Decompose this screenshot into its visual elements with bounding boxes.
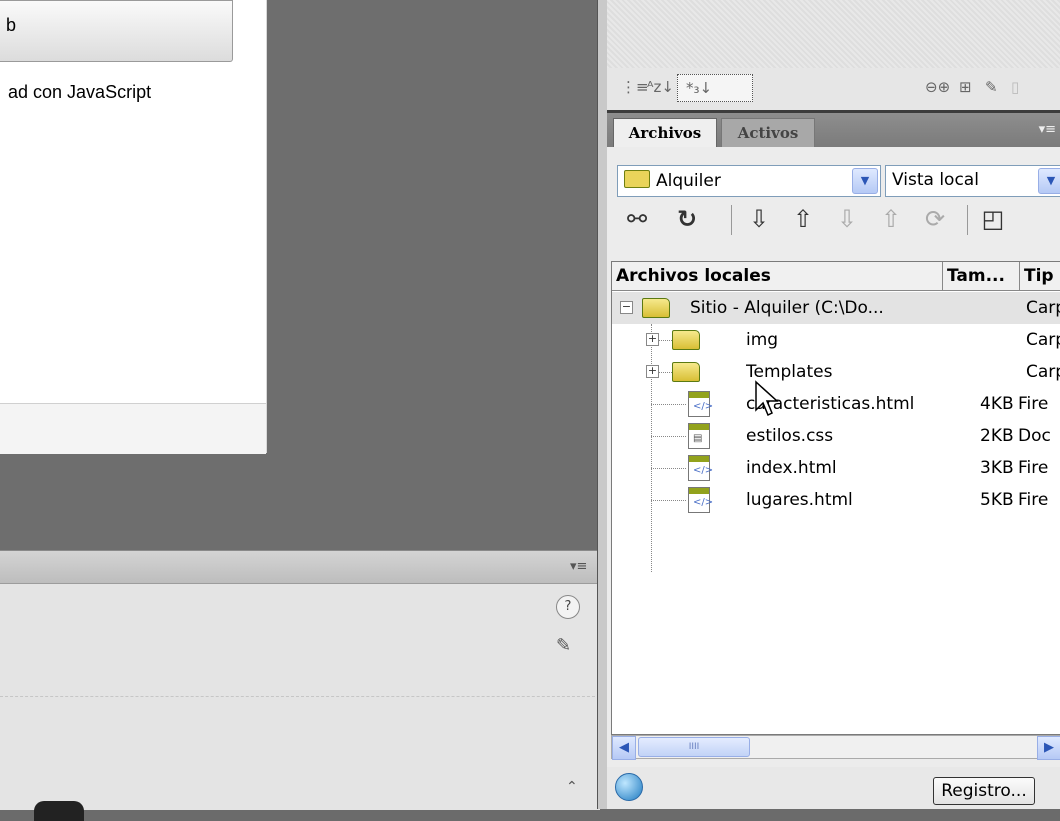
horizontal-scrollbar[interactable]: ◀ IIII ▶: [611, 735, 1060, 760]
column-header-size[interactable]: Tam...: [943, 262, 1020, 290]
edit-tag-icon[interactable]: ✎: [556, 635, 580, 657]
collapse-icon[interactable]: −: [620, 301, 633, 314]
expand-icon[interactable]: +: [646, 365, 659, 378]
synchronize-icon[interactable]: ⟳: [919, 203, 951, 235]
file-tree[interactable]: Archivos locales Tam... Tip − Sitio - Al…: [611, 261, 1060, 735]
expand-panel-icon[interactable]: ◰: [977, 203, 1009, 235]
delete-icon[interactable]: ▯: [1011, 78, 1019, 96]
right-dock: ⋮≡ ᴬz↓ *₃↓ ⊖⊕ ⊞ ✎ ▯ Archivos Activos ▾≡ …: [607, 0, 1060, 809]
folder-icon: [672, 330, 700, 350]
html-file-icon: </>: [688, 455, 713, 481]
file-size: 2KB: [980, 426, 1014, 446]
site-select[interactable]: Alquiler ▼: [617, 165, 881, 197]
view-select[interactable]: Vista local ▼: [885, 165, 1060, 197]
file-type: Carp: [1026, 330, 1060, 350]
html-file-icon: </>: [688, 391, 713, 417]
tree-row-file[interactable]: </> caracteristicas.html 4KB Fire: [612, 388, 1060, 420]
file-size: 5KB: [980, 490, 1014, 510]
scroll-left-icon[interactable]: ◀: [612, 736, 636, 760]
design-page[interactable]: b ad con JavaScript: [0, 0, 267, 454]
file-type: Doc: [1018, 426, 1051, 446]
files-panel-tabs: Archivos Activos ▾≡: [607, 113, 1060, 148]
html-file-icon: </>: [688, 487, 713, 513]
css-file-icon: ▤: [688, 423, 710, 449]
file-type: Fire: [1018, 394, 1049, 414]
file-type: Fire: [1018, 458, 1049, 478]
tab-archivos[interactable]: Archivos: [613, 118, 717, 148]
chevron-down-icon[interactable]: ▼: [852, 168, 878, 194]
connect-icon[interactable]: ⚯: [621, 203, 653, 235]
expand-up-icon[interactable]: ⌃: [566, 779, 578, 795]
folder-icon: [624, 170, 650, 188]
tree-row-file[interactable]: </> lugares.html 5KB Fire: [612, 484, 1060, 516]
tree-row-site[interactable]: − Sitio - Alquiler (C:\Do... Carp: [612, 292, 1060, 324]
properties-panel: ▾≡ ? ✎ ⌃: [0, 550, 600, 821]
selected-attributes-icon[interactable]: *₃↓: [677, 74, 753, 102]
checkin-icon[interactable]: ⇧: [875, 203, 907, 235]
file-type: Fire: [1018, 490, 1049, 510]
site-select-value: Alquiler: [656, 171, 721, 191]
file-size: 4KB: [980, 394, 1014, 414]
column-header-type[interactable]: Tip: [1020, 262, 1060, 290]
sort-az-icon[interactable]: ᴬz↓: [647, 78, 674, 96]
link-icon[interactable]: ⊖⊕: [925, 78, 950, 96]
new-attribute-icon[interactable]: ⊞: [959, 78, 972, 96]
mouse-cursor-icon: [755, 380, 779, 417]
refresh-icon[interactable]: ↻: [671, 203, 703, 235]
tree-row-file[interactable]: </> index.html 3KB Fire: [612, 452, 1060, 484]
view-select-value: Vista local: [892, 170, 979, 190]
registro-button[interactable]: Registro...: [933, 777, 1035, 805]
expand-icon[interactable]: +: [646, 333, 659, 346]
tab-activos[interactable]: Activos: [721, 118, 815, 148]
help-icon[interactable]: ?: [556, 595, 580, 619]
panel-divider: [0, 696, 600, 697]
put-up-icon[interactable]: ⇧: [787, 203, 819, 235]
file-name: index.html: [746, 458, 837, 478]
properties-panel-header: ▾≡: [0, 551, 600, 584]
file-name: estilos.css: [746, 426, 834, 446]
scrollbar-thumb[interactable]: IIII: [638, 737, 750, 757]
page-button-label: b: [6, 15, 17, 35]
file-name: lugares.html: [746, 490, 853, 510]
collapsed-panel-area: [607, 0, 1060, 68]
panel-menu-icon[interactable]: ▾≡: [1039, 122, 1056, 137]
files-status-bar: Registro...: [607, 767, 1060, 809]
column-header-name[interactable]: Archivos locales: [612, 262, 943, 290]
get-down-icon[interactable]: ⇩: [743, 203, 775, 235]
files-panel: Alquiler ▼ Vista local ▼ ⚯ ↻ ⇩ ⇧ ⇩ ⇧ ⟳ ◰…: [607, 147, 1060, 809]
scroll-right-icon[interactable]: ▶: [1037, 736, 1060, 760]
edit-pencil-icon[interactable]: ✎: [985, 78, 998, 96]
folder-open-icon: [642, 298, 670, 318]
chevron-down-icon[interactable]: ▼: [1038, 168, 1060, 194]
file-name: img: [746, 330, 779, 350]
tree-row-folder[interactable]: + img Carp: [612, 324, 1060, 356]
file-type: Carp: [1026, 298, 1060, 318]
taskbar-item[interactable]: [34, 801, 84, 821]
tree-row-folder[interactable]: + Templates Carp: [612, 356, 1060, 388]
file-name: Sitio - Alquiler (C:\Do...: [690, 298, 884, 318]
checkout-icon[interactable]: ⇩: [831, 203, 863, 235]
file-tree-header: Archivos locales Tam... Tip: [612, 262, 1060, 291]
list-view-icon[interactable]: ⋮≡: [621, 78, 649, 96]
globe-icon[interactable]: [615, 773, 643, 801]
tag-inspector-toolbar: ⋮≡ ᴬz↓ *₃↓ ⊖⊕ ⊞ ✎ ▯: [607, 68, 1060, 113]
file-size: 3KB: [980, 458, 1014, 478]
document-canvas: b ad con JavaScript: [0, 0, 597, 550]
page-text: ad con JavaScript: [8, 82, 152, 102]
page-button[interactable]: b: [0, 0, 233, 62]
page-footer: [0, 403, 266, 454]
panel-menu-icon[interactable]: ▾≡: [570, 559, 587, 574]
files-toolbar: ⚯ ↻ ⇩ ⇧ ⇩ ⇧ ⟳ ◰: [617, 201, 1060, 241]
folder-icon: [672, 362, 700, 382]
tree-row-file[interactable]: ▤ estilos.css 2KB Doc: [612, 420, 1060, 452]
file-type: Carp: [1026, 362, 1060, 382]
